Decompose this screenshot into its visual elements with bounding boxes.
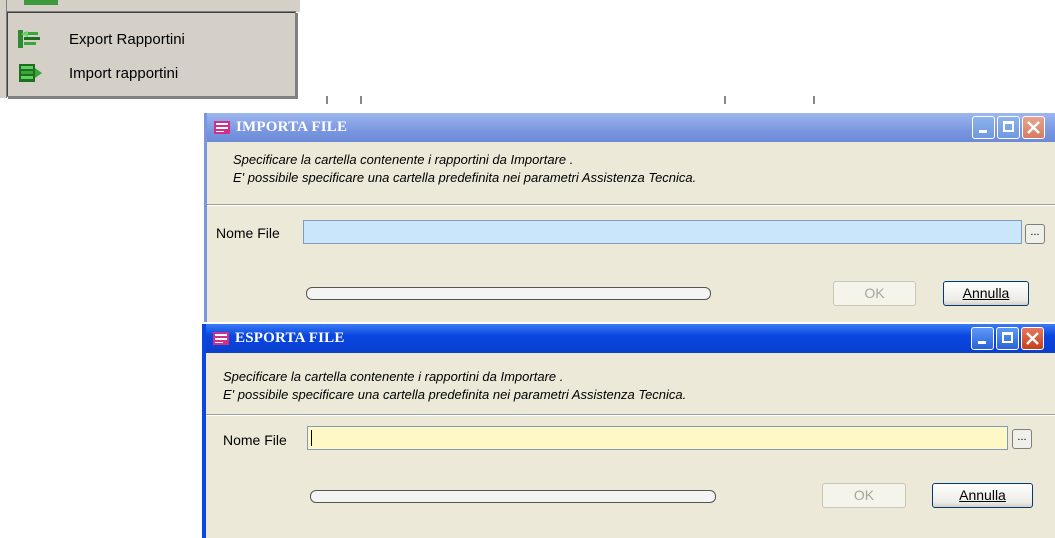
dialog-message-line1: Specificare la cartella contenente i rap… <box>223 369 564 384</box>
minimize-button[interactable] <box>971 327 994 350</box>
nome-file-input[interactable] <box>303 220 1022 244</box>
minimize-button[interactable] <box>972 116 995 139</box>
separator <box>206 414 1055 416</box>
export-dialog-titlebar[interactable]: ESPORTA FILE <box>206 324 1055 353</box>
background-window-edge <box>326 96 328 104</box>
import-icon <box>17 62 43 84</box>
menu-item-label: Export Rapportini <box>69 30 185 48</box>
close-button[interactable] <box>1021 327 1044 350</box>
background-window-edge <box>724 96 726 104</box>
window-icon <box>214 121 230 134</box>
import-dialog-titlebar[interactable]: IMPORTA FILE <box>207 113 1055 142</box>
progress-bar <box>310 490 716 503</box>
ok-label: OK <box>864 285 885 301</box>
annulla-label: Annulla <box>962 285 1010 301</box>
ok-label: OK <box>853 487 875 503</box>
dialog-message-line2: E' possibile specificare una cartella pr… <box>233 170 697 185</box>
background-window-edge <box>360 96 362 104</box>
annulla-button[interactable]: Annulla <box>932 483 1033 508</box>
export-file-dialog: ESPORTA FILE Specificare la cartella con… <box>202 324 1055 538</box>
dialog-title: IMPORTA FILE <box>236 119 348 135</box>
nome-file-label: Nome File <box>216 225 280 241</box>
import-file-dialog: IMPORTA FILE Specificare la cartella con… <box>204 113 1055 322</box>
export-icon <box>17 28 43 50</box>
menu-item-export-rapportini[interactable]: Export Rapportini <box>11 24 291 54</box>
dialog-message-line2: E' possibile specificare una cartella pr… <box>223 387 687 402</box>
menu-item-label: Import rapportini <box>69 64 179 82</box>
window-icon <box>213 332 229 345</box>
close-button[interactable] <box>1022 116 1045 139</box>
dialog-title: ESPORTA FILE <box>235 330 345 346</box>
text-caret <box>311 430 312 446</box>
maximize-button[interactable] <box>996 327 1019 350</box>
context-menu: Export Rapportini Import rapportini <box>6 11 296 97</box>
browse-button[interactable]: ... <box>1012 429 1032 449</box>
ok-button[interactable]: OK <box>833 281 916 306</box>
ok-button[interactable]: OK <box>822 483 906 508</box>
background-green-tab <box>24 0 58 5</box>
annulla-button[interactable]: Annulla <box>943 281 1029 306</box>
browse-button[interactable]: ... <box>1025 224 1045 244</box>
progress-bar <box>306 287 711 300</box>
nome-file-label: Nome File <box>223 432 287 448</box>
maximize-button[interactable] <box>997 116 1020 139</box>
background-window-edge <box>813 96 815 104</box>
menu-item-import-rapportini[interactable]: Import rapportini <box>11 58 291 88</box>
nome-file-input[interactable] <box>307 426 1008 450</box>
dialog-message-line1: Specificare la cartella contenente i rap… <box>233 152 574 167</box>
annulla-label: Annulla <box>959 487 1006 503</box>
separator <box>207 204 1055 206</box>
